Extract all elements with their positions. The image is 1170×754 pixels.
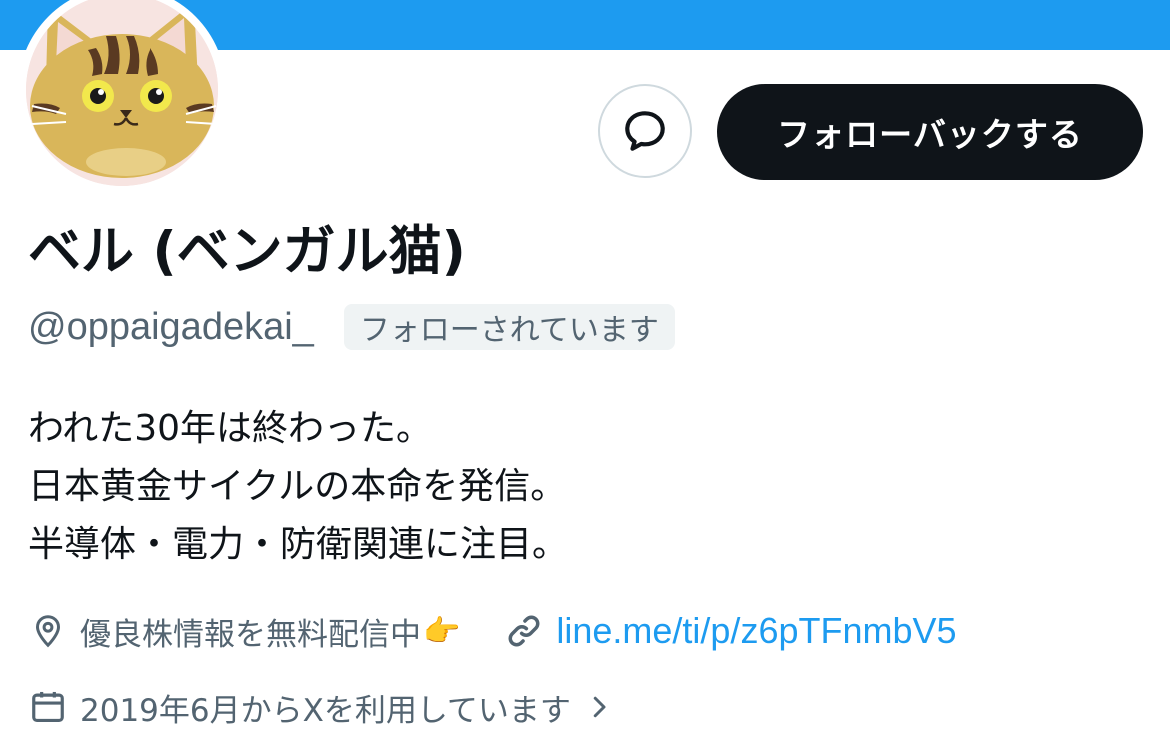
profile-page: フォローバックする ベル (ベンガル猫) @oppaigadekai_ フォロー…	[0, 0, 1170, 754]
avatar[interactable]	[26, 0, 218, 186]
message-button[interactable]	[598, 84, 692, 178]
chat-bubble-icon	[625, 111, 665, 151]
follows-you-badge: フォローされています	[343, 304, 675, 350]
location-pin-icon	[28, 611, 68, 651]
location-text: 優良株情報を無料配信中	[80, 616, 421, 653]
profile-meta: 優良株情報を無料配信中 👉 line.me/ti/p/z6pTFnmbV5	[28, 604, 957, 658]
joined-date-text[interactable]: 2019年6月からXを利用しています	[80, 685, 571, 730]
bio-line: 日本黄金サイクルの本命を発信。	[28, 466, 567, 507]
pointing-hand-emoji: 👉	[423, 613, 461, 649]
joined-row: 2019年6月からXを利用しています	[28, 680, 631, 734]
location-item: 優良株情報を無料配信中 👉	[28, 609, 460, 654]
bengal-cat-avatar-icon	[26, 0, 218, 186]
website-link[interactable]: line.me/ti/p/z6pTFnmbV5	[556, 610, 956, 652]
chevron-right-icon[interactable]	[579, 687, 619, 727]
avatar-ring	[18, 0, 226, 194]
bio-line: 半導体・電力・防衛関連に注目。	[28, 524, 569, 565]
handle-row: @oppaigadekai_ フォローされています	[28, 302, 675, 352]
link-icon	[504, 611, 544, 651]
display-name: ベル (ベンガル猫)	[28, 221, 466, 282]
website-item: line.me/ti/p/z6pTFnmbV5	[504, 610, 957, 652]
calendar-icon	[28, 687, 68, 727]
bio-line: われた30年は終わった。	[28, 408, 433, 449]
profile-bio: われた30年は終わった。 日本黄金サイクルの本命を発信。 半導体・電力・防衛関連…	[28, 400, 568, 574]
username-handle: @oppaigadekai_	[28, 305, 314, 348]
follow-back-button[interactable]: フォローバックする	[717, 84, 1143, 180]
